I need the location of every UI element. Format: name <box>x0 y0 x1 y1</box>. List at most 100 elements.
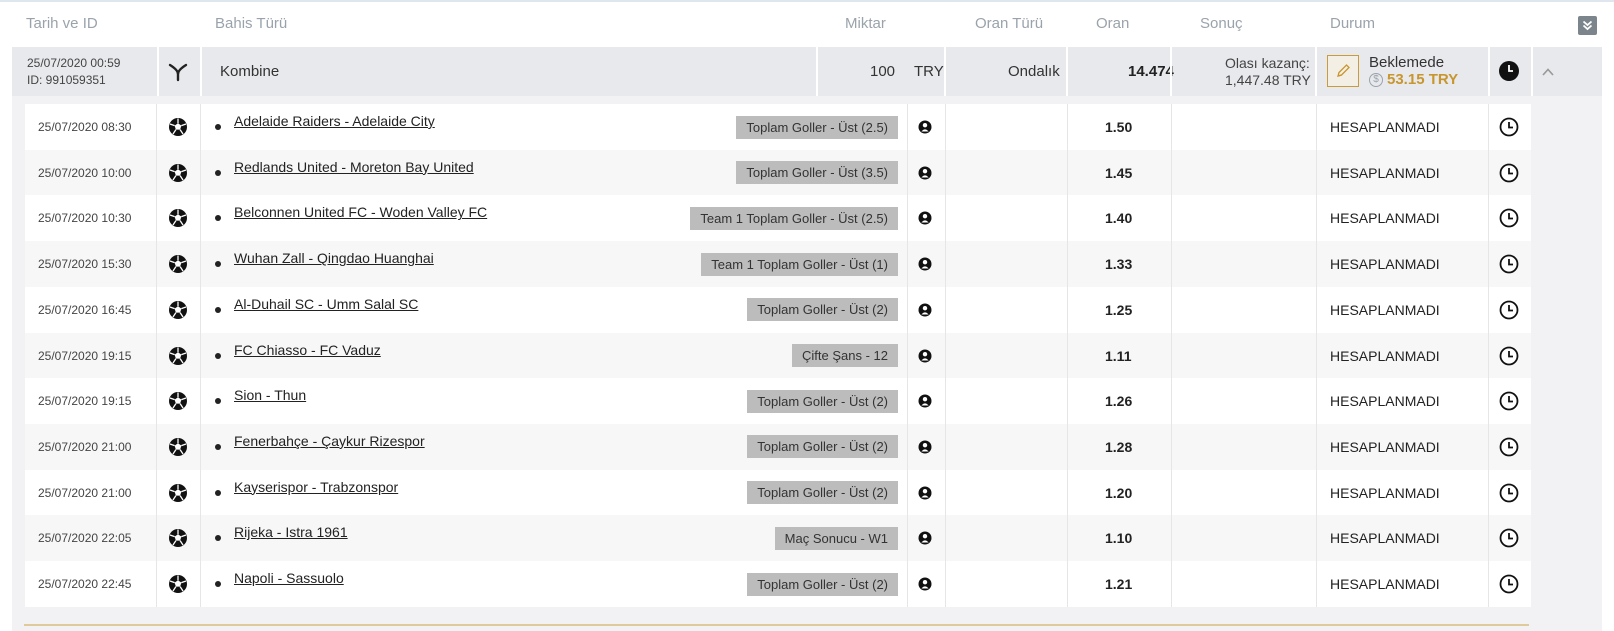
market-tag: Toplam Goller - Üst (2.5) <box>736 104 898 150</box>
market-label: Toplam Goller - Üst (3.5) <box>736 161 898 185</box>
selection-odds: 1.33 <box>1105 256 1133 273</box>
selection-date: 25/07/2020 10:00 <box>38 165 132 180</box>
chevron-up-icon[interactable] <box>1542 64 1554 82</box>
summary-status: Beklemede $ 53.15 TRY <box>1369 51 1458 91</box>
summary-date-id: 25/07/2020 00:59 ID: 991059351 <box>27 47 120 96</box>
football-icon <box>168 515 188 561</box>
bullet-icon <box>215 287 221 333</box>
selection-odds: 1.28 <box>1105 438 1133 455</box>
selection-odds: 1.40 <box>1105 210 1133 227</box>
selection-date: 25/07/2020 22:45 <box>38 577 132 591</box>
selection-odds: 1.50 <box>1105 119 1133 135</box>
bet-selection-row: 25/07/2020 22:45 Napoli - Sassuolo Toplam … <box>25 561 1531 607</box>
clock-icon <box>1499 287 1519 333</box>
cashout-value: 53.15 TRY <box>1387 71 1459 88</box>
person-icon[interactable] <box>918 515 932 561</box>
match-link[interactable]: Wuhan Zall - Qingdao Huanghai <box>234 235 434 281</box>
bet-summary-row[interactable]: 25/07/2020 00:59 ID: 991059351 Kombine 1… <box>12 47 1602 96</box>
clock-icon <box>1499 561 1519 607</box>
panel-bottom-border <box>24 624 1529 626</box>
potential-win-label: Olası kazanç: <box>1225 54 1310 71</box>
selection-date: 25/07/2020 08:30 <box>38 120 132 134</box>
selection-odds: 1.20 <box>1105 484 1133 501</box>
selection-date: 25/07/2020 16:45 <box>38 302 132 317</box>
football-icon <box>168 561 188 607</box>
match-link[interactable]: Sion - Thun <box>234 372 306 418</box>
clock-icon <box>1499 104 1519 150</box>
selection-status: HESAPLANMADI <box>1330 301 1440 318</box>
football-icon <box>168 333 188 379</box>
market-tag: Team 1 Toplam Goller - Üst (2.5) <box>690 195 898 241</box>
person-icon[interactable] <box>918 287 932 333</box>
match-link[interactable]: FC Chiasso - FC Vaduz <box>234 327 381 373</box>
market-label: Toplam Goller - Üst (2) <box>747 572 898 596</box>
person-icon[interactable] <box>918 104 932 150</box>
bullet-icon <box>215 104 221 150</box>
market-tag: Çifte Şans - 12 <box>792 333 898 379</box>
clock-icon <box>1499 150 1519 196</box>
potential-win-value: 1,447.48 TRY <box>1225 71 1311 88</box>
football-icon <box>168 104 188 150</box>
match-link[interactable]: Adelaide Raiders - Adelaide City <box>234 98 435 144</box>
match-link[interactable]: Al-Duhail SC - Umm Salal SC <box>234 281 418 327</box>
person-icon[interactable] <box>918 195 932 241</box>
clock-icon <box>1499 378 1519 424</box>
bullet-icon <box>215 561 221 607</box>
bullet-icon <box>215 195 221 241</box>
selection-odds: 1.25 <box>1105 301 1133 318</box>
person-icon[interactable] <box>918 333 932 379</box>
match-link[interactable]: Napoli - Sassuolo <box>234 555 344 601</box>
header-bet-type: Bahis Türü <box>215 15 288 32</box>
clock-icon <box>1498 60 1520 82</box>
person-icon[interactable] <box>918 241 932 287</box>
match-link[interactable]: Redlands United - Moreton Bay United <box>234 144 474 190</box>
match-link[interactable]: Fenerbahçe - Çaykur Rizespor <box>234 418 425 464</box>
bullet-icon <box>215 333 221 379</box>
market-tag: Toplam Goller - Üst (2) <box>747 561 898 607</box>
double-chevron-down-icon[interactable] <box>1578 16 1597 35</box>
football-icon <box>168 287 188 333</box>
header-odds: Oran <box>1096 15 1130 32</box>
match-link[interactable]: Rijeka - Istra 1961 <box>234 509 348 555</box>
market-label: Team 1 Toplam Goller - Üst (1) <box>701 252 898 276</box>
selection-date: 25/07/2020 22:05 <box>38 531 132 546</box>
market-label: Toplam Goller - Üst (2) <box>747 389 898 413</box>
header-odds-type: Oran Türü <box>975 15 1044 32</box>
selection-odds: 1.21 <box>1105 576 1133 592</box>
selection-status: HESAPLANMADI <box>1330 256 1440 273</box>
person-icon[interactable] <box>918 424 932 470</box>
cashout-amount[interactable]: $ 53.15 TRY <box>1369 71 1458 88</box>
selection-date: 25/07/2020 10:30 <box>38 211 132 226</box>
status-text: Beklemede <box>1369 54 1445 71</box>
person-icon[interactable] <box>918 150 932 196</box>
summary-id: ID: 991059351 <box>27 72 106 87</box>
header-result: Sonuç <box>1200 15 1243 32</box>
selection-status: HESAPLANMADI <box>1330 393 1440 410</box>
market-tag: Toplam Goller - Üst (2) <box>747 470 898 516</box>
selection-odds: 1.11 <box>1105 347 1132 364</box>
market-tag: Team 1 Toplam Goller - Üst (1) <box>701 241 898 287</box>
summary-odds: 14.474 <box>1128 63 1174 80</box>
selection-status: HESAPLANMADI <box>1330 347 1440 364</box>
market-label: Toplam Goller - Üst (2) <box>747 298 898 322</box>
football-icon <box>168 195 188 241</box>
person-icon[interactable] <box>918 470 932 516</box>
clock-icon <box>1499 515 1519 561</box>
market-label: Team 1 Toplam Goller - Üst (2.5) <box>690 206 898 230</box>
bullet-icon <box>215 424 221 470</box>
market-label: Toplam Goller - Üst (2) <box>747 481 898 505</box>
match-link[interactable]: Belconnen United FC - Woden Valley FC <box>234 189 487 235</box>
selection-date: 25/07/2020 19:15 <box>38 394 132 409</box>
match-link[interactable]: Kayserispor - Trabzonspor <box>234 464 398 510</box>
football-icon <box>168 470 188 516</box>
pencil-icon[interactable] <box>1327 55 1359 87</box>
person-icon[interactable] <box>918 378 932 424</box>
summary-amount: 100 <box>870 63 896 80</box>
selection-odds: 1.45 <box>1105 164 1133 181</box>
person-icon[interactable] <box>918 561 932 607</box>
market-tag: Toplam Goller - Üst (2) <box>747 287 898 333</box>
bullet-icon <box>215 241 221 287</box>
football-icon <box>168 378 188 424</box>
football-icon <box>168 241 188 287</box>
clock-icon <box>1499 195 1519 241</box>
